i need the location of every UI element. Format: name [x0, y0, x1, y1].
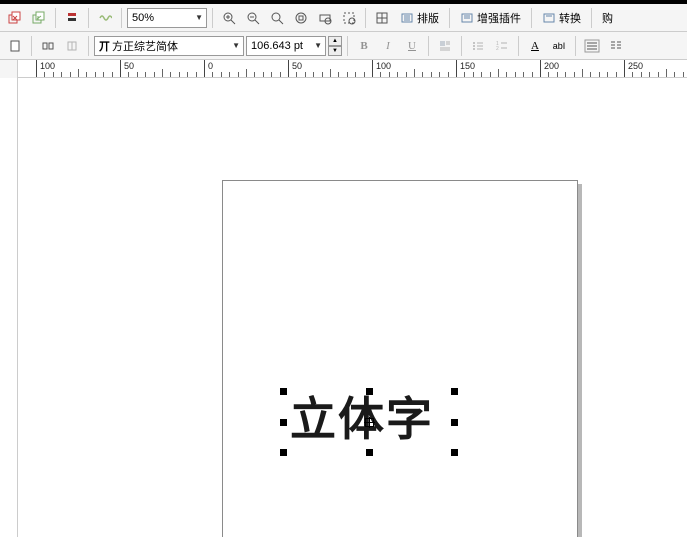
handle-top-center[interactable] — [366, 388, 373, 395]
chevron-down-icon: ▼ — [312, 41, 324, 50]
zoom-fit-icon[interactable] — [266, 7, 288, 29]
chevron-down-icon: ▼ — [230, 41, 242, 50]
handle-middle-left[interactable] — [280, 419, 287, 426]
ruler-label: 100 — [376, 61, 391, 71]
ruler-corner[interactable] — [0, 60, 18, 78]
bullet-list-icon[interactable] — [467, 35, 489, 57]
wave-icon[interactable] — [94, 7, 116, 29]
canvas-area[interactable]: 立体字 — [18, 78, 687, 537]
ruler-label: 50 — [124, 61, 134, 71]
grid-icon[interactable] — [371, 7, 393, 29]
zoom-selection-icon[interactable] — [338, 7, 360, 29]
dropcap-button[interactable] — [434, 35, 456, 57]
buy-button[interactable]: 购 — [597, 7, 618, 29]
ruler-horizontal: 100 50 0 50 100 150 200 250 — [0, 60, 687, 78]
number-list-icon[interactable]: 12 — [491, 35, 513, 57]
handle-bottom-left[interactable] — [280, 449, 287, 456]
ruler-label: 150 — [460, 61, 475, 71]
align-icon[interactable] — [37, 35, 59, 57]
center-cross-icon[interactable] — [365, 418, 374, 427]
selection-box — [280, 388, 458, 456]
page — [222, 180, 578, 537]
font-size-select[interactable]: 106.643 pt ▼ — [246, 36, 326, 56]
text-outline-button[interactable]: A — [524, 35, 546, 57]
font-prefix: 丌 — [99, 38, 110, 54]
font-name: 方正综艺简体 — [112, 38, 178, 54]
handle-middle-right[interactable] — [451, 419, 458, 426]
paragraph-icon[interactable] — [581, 35, 603, 57]
zoom-select[interactable]: 50% ▼ — [127, 8, 207, 28]
underline-button[interactable]: U — [401, 35, 423, 57]
undo-icon[interactable] — [61, 7, 83, 29]
font-size-spinner[interactable]: ▲ ▼ — [328, 36, 342, 56]
font-select[interactable]: 丌 方正综艺简体 ▼ — [94, 36, 244, 56]
spinner-up-icon[interactable]: ▲ — [328, 36, 342, 46]
plugin-button[interactable]: 增强插件 — [455, 7, 526, 29]
convert-button[interactable]: 转换 — [537, 7, 586, 29]
zoom-value: 50% — [132, 12, 154, 24]
toolbar-text: 丌 方正综艺简体 ▼ 106.643 pt ▼ ▲ ▼ B I U 12 A a… — [0, 32, 687, 60]
chevron-down-icon: ▼ — [193, 13, 205, 22]
columns-icon[interactable] — [605, 35, 627, 57]
text-ab-button[interactable]: abI — [548, 35, 570, 57]
zoom-width-icon[interactable] — [314, 7, 336, 29]
font-size-value: 106.643 pt — [251, 40, 303, 52]
ruler-label: 200 — [544, 61, 559, 71]
handle-bottom-center[interactable] — [366, 449, 373, 456]
buy-label: 购 — [602, 10, 613, 26]
handle-top-right[interactable] — [451, 388, 458, 395]
italic-button[interactable]: I — [377, 35, 399, 57]
zoom-in-icon[interactable] — [218, 7, 240, 29]
plugin-label: 增强插件 — [477, 10, 521, 26]
ruler-vertical — [0, 78, 18, 537]
layout-button[interactable]: 排版 — [395, 7, 444, 29]
layout-label: 排版 — [417, 10, 439, 26]
ruler-label: 100 — [40, 61, 55, 71]
zoom-out-icon[interactable] — [242, 7, 264, 29]
paste-icon[interactable] — [28, 7, 50, 29]
page-icon[interactable] — [4, 35, 26, 57]
copy-icon[interactable] — [4, 7, 26, 29]
ruler-label: 50 — [292, 61, 302, 71]
ruler-label: 250 — [628, 61, 643, 71]
ruler-label: 0 — [208, 61, 213, 71]
toolbar-top: 50% ▼ 排版 增强插件 转换 购 — [0, 4, 687, 32]
svg-text:2: 2 — [496, 46, 499, 52]
distribute-icon[interactable] — [61, 35, 83, 57]
zoom-page-icon[interactable] — [290, 7, 312, 29]
handle-top-left[interactable] — [280, 388, 287, 395]
handle-bottom-right[interactable] — [451, 449, 458, 456]
bold-button[interactable]: B — [353, 35, 375, 57]
convert-label: 转换 — [559, 10, 581, 26]
spinner-down-icon[interactable]: ▼ — [328, 46, 342, 56]
